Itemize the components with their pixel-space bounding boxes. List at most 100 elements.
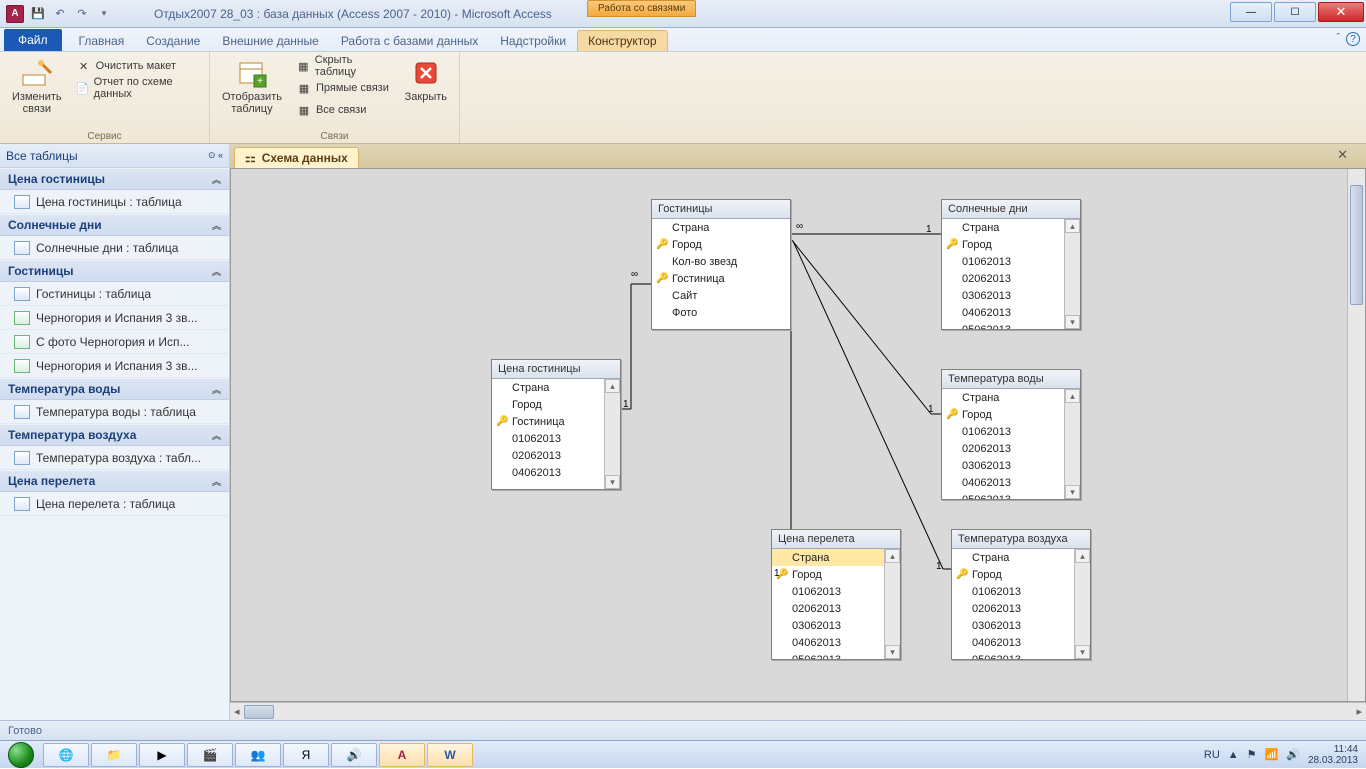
start-button[interactable]: [0, 741, 42, 769]
field-row[interactable]: 05062013: [772, 651, 900, 659]
field-row[interactable]: 01062013: [492, 430, 620, 447]
taskbar-app[interactable]: 🎬: [187, 743, 233, 767]
tray-network-icon[interactable]: 📶: [1265, 748, 1279, 761]
horizontal-scrollbar[interactable]: ◂ ▸: [230, 702, 1366, 720]
nav-group-header[interactable]: Цена перелета︽: [0, 470, 229, 492]
file-tab[interactable]: Файл: [4, 29, 62, 51]
taskbar-explorer[interactable]: 📁: [91, 743, 137, 767]
taskbar-media[interactable]: ▶: [139, 743, 185, 767]
field-row[interactable]: 02062013: [942, 440, 1080, 457]
field-row[interactable]: 04062013: [942, 474, 1080, 491]
field-row[interactable]: 🔑Город: [952, 566, 1090, 583]
nav-item[interactable]: Температура воздуха : табл...: [0, 446, 229, 470]
field-row[interactable]: 🔑Гостиница: [652, 270, 790, 287]
field-row[interactable]: 04062013: [952, 634, 1090, 651]
field-row[interactable]: Страна: [942, 389, 1080, 406]
help-icon[interactable]: ?: [1346, 32, 1360, 46]
field-row[interactable]: Страна: [652, 219, 790, 236]
ribbon-tab[interactable]: Внешние данные: [211, 30, 330, 51]
ribbon-tab[interactable]: Работа с базами данных: [330, 30, 489, 51]
field-row[interactable]: 🔑Город: [942, 236, 1080, 253]
tray-action-icon[interactable]: ⚑: [1247, 748, 1257, 761]
field-row[interactable]: 04062013: [492, 464, 620, 481]
field-row[interactable]: Страна: [772, 549, 900, 566]
nav-item[interactable]: Солнечные дни : таблица: [0, 236, 229, 260]
field-row[interactable]: Страна: [952, 549, 1090, 566]
nav-group-header[interactable]: Цена гостиницы︽: [0, 168, 229, 190]
field-row[interactable]: 03062013: [772, 617, 900, 634]
nav-item[interactable]: Черногория и Испания 3 зв...: [0, 306, 229, 330]
diagram-table[interactable]: Температура водыСтрана🔑Город010620130206…: [941, 369, 1081, 500]
field-row[interactable]: Сайт: [652, 287, 790, 304]
list-scrollbar[interactable]: ▴▾: [604, 379, 620, 489]
diagram-table[interactable]: Солнечные дниСтрана🔑Город010620130206201…: [941, 199, 1081, 330]
tray-flag-icon[interactable]: ▲: [1228, 749, 1239, 761]
tray-volume-icon[interactable]: 🔊: [1286, 748, 1300, 761]
field-row[interactable]: 🔑Город: [942, 406, 1080, 423]
field-row[interactable]: 04062013: [942, 304, 1080, 321]
taskbar-ie[interactable]: 🌐: [43, 743, 89, 767]
field-row[interactable]: 01062013: [942, 423, 1080, 440]
nav-item[interactable]: Гостиницы : таблица: [0, 282, 229, 306]
nav-group-header[interactable]: Гостиницы︽: [0, 260, 229, 282]
edit-relations-button[interactable]: Изменить связи: [6, 55, 68, 117]
field-row[interactable]: Фото: [652, 304, 790, 321]
field-row[interactable]: 05062013: [942, 491, 1080, 499]
close-button[interactable]: ✕: [1318, 2, 1364, 22]
relations-canvas[interactable]: ГостиницыСтрана🔑ГородКол-во звезд🔑Гостин…: [230, 168, 1366, 702]
field-row[interactable]: 03062013: [942, 287, 1080, 304]
undo-icon[interactable]: ↶: [50, 4, 70, 24]
diagram-table[interactable]: Цена перелетаСтрана🔑Город010620130206201…: [771, 529, 901, 660]
field-row[interactable]: 03062013: [942, 457, 1080, 474]
field-row[interactable]: 02062013: [492, 447, 620, 464]
nav-item[interactable]: Черногория и Испания 3 зв...: [0, 354, 229, 378]
field-row[interactable]: 🔑Город: [652, 236, 790, 253]
nav-item[interactable]: Цена перелета : таблица: [0, 492, 229, 516]
minimize-button[interactable]: —: [1230, 2, 1272, 22]
taskbar-app2[interactable]: 👥: [235, 743, 281, 767]
show-table-button[interactable]: + Отобразить таблицу: [216, 55, 288, 117]
vertical-scrollbar[interactable]: [1347, 169, 1365, 701]
nav-header[interactable]: Все таблицы ⊙ «: [0, 144, 229, 168]
close-relations-button[interactable]: Закрыть: [399, 55, 453, 105]
relation-report-button[interactable]: 📄Отчет по схеме данных: [72, 77, 203, 99]
field-row[interactable]: Страна: [942, 219, 1080, 236]
list-scrollbar[interactable]: ▴▾: [884, 549, 900, 659]
nav-item[interactable]: Цена гостиницы : таблица: [0, 190, 229, 214]
field-row[interactable]: 04062013: [772, 634, 900, 651]
minimize-ribbon-icon[interactable]: ˆ: [1336, 32, 1340, 46]
taskbar-access[interactable]: A: [379, 743, 425, 767]
field-row[interactable]: 🔑Город: [772, 566, 900, 583]
ribbon-tab[interactable]: Надстройки: [489, 30, 577, 51]
field-row[interactable]: 05062013: [952, 651, 1090, 659]
ribbon-tab[interactable]: Создание: [135, 30, 211, 51]
nav-group-header[interactable]: Температура воздуха︽: [0, 424, 229, 446]
ribbon-tab[interactable]: Конструктор: [577, 30, 667, 51]
field-row[interactable]: 02062013: [942, 270, 1080, 287]
list-scrollbar[interactable]: ▴▾: [1064, 389, 1080, 499]
save-icon[interactable]: 💾: [28, 4, 48, 24]
lang-indicator[interactable]: RU: [1204, 749, 1220, 761]
field-row[interactable]: 01062013: [942, 253, 1080, 270]
maximize-button[interactable]: ☐: [1274, 2, 1316, 22]
ribbon-tab[interactable]: Главная: [68, 30, 136, 51]
list-scrollbar[interactable]: ▴▾: [1074, 549, 1090, 659]
direct-relations-button[interactable]: ▦Прямые связи: [292, 77, 395, 99]
taskbar-yandex[interactable]: Я: [283, 743, 329, 767]
nav-group-header[interactable]: Солнечные дни︽: [0, 214, 229, 236]
taskbar-word[interactable]: W: [427, 743, 473, 767]
field-row[interactable]: 01062013: [952, 583, 1090, 600]
diagram-table[interactable]: Температура воздухаСтрана🔑Город010620130…: [951, 529, 1091, 660]
field-row[interactable]: Город: [492, 396, 620, 413]
field-row[interactable]: Кол-во звезд: [652, 253, 790, 270]
list-scrollbar[interactable]: ▴▾: [1064, 219, 1080, 329]
relations-tab[interactable]: ⚏ Схема данных: [234, 147, 359, 168]
document-close-button[interactable]: ✕: [1337, 147, 1348, 163]
field-row[interactable]: Страна: [492, 379, 620, 396]
field-row[interactable]: 02062013: [952, 600, 1090, 617]
nav-group-header[interactable]: Температура воды︽: [0, 378, 229, 400]
field-row[interactable]: 01062013: [772, 583, 900, 600]
nav-item[interactable]: С фото Черногория и Исп...: [0, 330, 229, 354]
nav-item[interactable]: Температура воды : таблица: [0, 400, 229, 424]
clear-layout-button[interactable]: ✕Очистить макет: [72, 55, 203, 77]
